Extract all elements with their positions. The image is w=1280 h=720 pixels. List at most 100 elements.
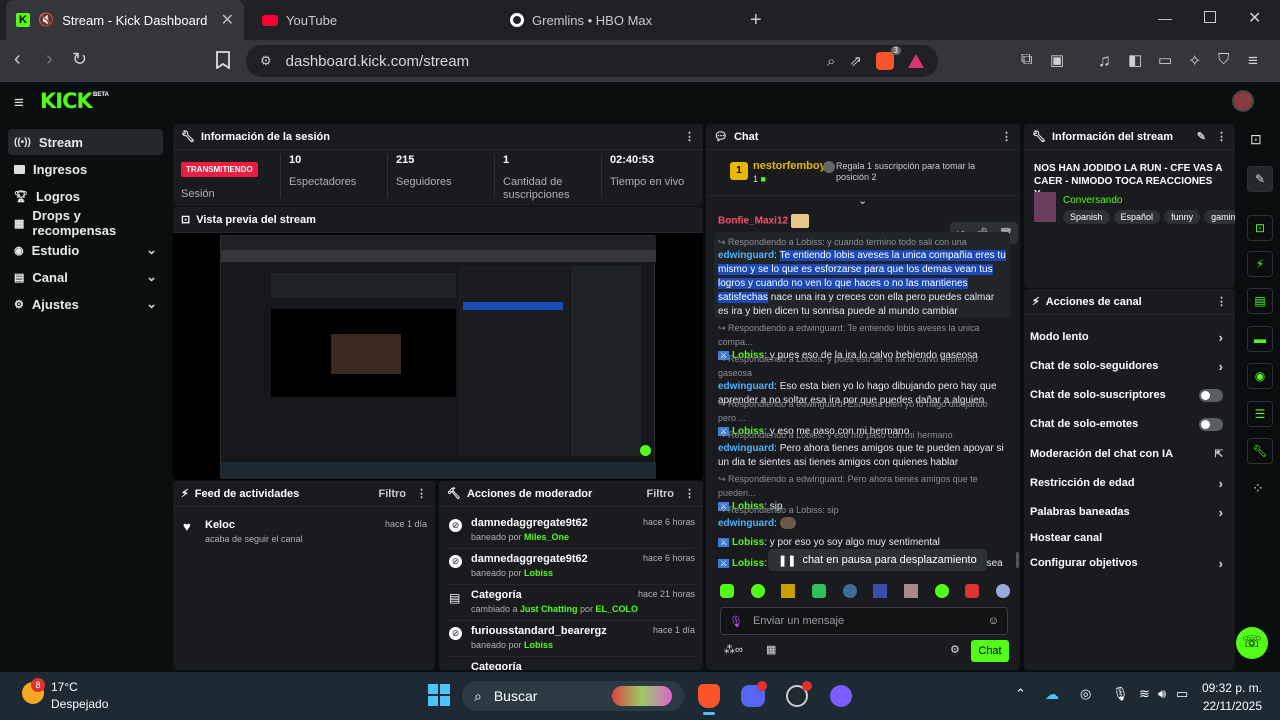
microphone-icon[interactable]: 🎙︎ [1112,686,1129,702]
sidebar-toggle-icon[interactable]: ◧ [1128,51,1148,71]
emoji-icon[interactable]: ☺ [988,615,999,627]
help-button[interactable]: ☏ [1236,627,1268,659]
sidebar-item-canal[interactable]: ▤ Canal ⌄ [8,264,163,290]
battery-icon[interactable]: ▭ [1176,686,1188,702]
windows-start-icon[interactable] [428,684,450,706]
emote-icon[interactable] [873,584,888,598]
tab-hbo-max[interactable]: Gremlins • HBO Max [500,0,740,40]
chat-username[interactable]: Lobiss [732,558,764,569]
age-restriction-action[interactable]: Restricción de edad › [1030,470,1223,496]
kick-logo[interactable]: KICK [40,89,93,113]
more-icon[interactable]: ⋮ [1001,130,1012,143]
address-bar[interactable]: ⚙ dashboard.kick.com/stream ⌕ ⇗ 3 [246,45,938,77]
chat-app-taskbar-icon[interactable] [830,685,852,707]
reader-icon[interactable]: ▣ [1050,51,1070,71]
lightning-icon[interactable]: ⚡︎ [1247,251,1273,277]
sidebar-item-logros[interactable]: 🏆︎ Logros [8,183,163,209]
emote-icon[interactable] [903,584,918,598]
sidebar-item-ajustes[interactable]: ⚙ Ajustes ⌄ [8,291,163,317]
gift-user[interactable]: nestorfemboy [753,160,826,172]
banned-words-action[interactable]: Palabras baneadas › [1030,499,1223,525]
subscribers-only-toggle[interactable] [1199,388,1223,402]
sidebar-item-estudio[interactable]: ◉ Estudio ⌄ [8,237,163,263]
emote-icon[interactable] [934,584,949,598]
hamburger-icon[interactable]: ≡ [14,93,24,113]
filter-button[interactable]: Filtro [379,488,407,500]
moderator-name[interactable]: EL_COLO [596,604,639,614]
zoom-icon[interactable]: ⌕ [827,53,835,70]
emote-icon[interactable] [811,584,826,598]
chat-settings-icon[interactable]: ⚙ [950,643,960,656]
share-icon[interactable]: ⇗ [849,52,862,70]
more-icon[interactable]: ⋮ [684,487,695,500]
edit-icon[interactable]: ✎ [1197,130,1206,143]
tag[interactable]: gamin [1204,210,1235,224]
back-icon[interactable]: ‹ [14,48,34,70]
slow-mode-action[interactable]: Modo lento › [1030,324,1223,350]
brave-taskbar-icon[interactable] [698,684,720,708]
sidebar-item-ingresos[interactable]: Ingresos [8,156,163,182]
onedrive-icon[interactable]: ☁ [1045,686,1059,703]
emote-icon[interactable] [720,584,734,598]
store-icon[interactable]: ▦ [766,643,776,656]
send-chat-button[interactable]: Chat [971,640,1009,662]
minimize-icon[interactable]: — [1158,10,1172,26]
chat-scrollbar[interactable] [1016,552,1019,568]
video-player[interactable] [173,233,703,480]
onedrive-status-icon[interactable]: ◎ [1080,686,1091,702]
close-window-icon[interactable]: ✕ [1248,8,1261,28]
bookmark-icon[interactable] [216,51,236,71]
tools-icon[interactable]: 🔧︎ [1247,438,1273,464]
forward-icon[interactable]: › [46,48,66,70]
tag[interactable]: Español [1113,210,1161,224]
chat-paused-notice[interactable]: ❚❚ chat en pausa para desplazamiento [768,549,987,571]
set-goals-action[interactable]: Configurar objetivos › [1030,550,1223,576]
category-name[interactable]: Just Chatting [520,604,578,614]
vpn-icon[interactable]: ⛉ [1218,51,1238,71]
more-icon[interactable]: ⋮ [1216,130,1227,143]
emote-icon[interactable] [965,584,980,598]
collapse-icon[interactable]: ⌄ [858,194,867,207]
screenshot-icon[interactable]: ⊡ [1250,131,1262,148]
more-icon[interactable]: ⋮ [416,487,427,500]
moderator-name[interactable]: Miles_One [524,532,569,542]
host-channel-action[interactable]: Hostear canal [1030,525,1223,551]
category-name[interactable]: Conversando [1063,195,1122,206]
menu-icon[interactable]: ≡ [1248,51,1268,71]
emote-icon[interactable] [842,584,857,598]
layers-icon[interactable]: ☰ [1247,401,1273,427]
mute-icon[interactable]: 🔇 [38,12,54,28]
volume-icon[interactable]: 🔊︎ [1158,686,1166,702]
chat-username[interactable]: Bonfie_Maxi12 [718,216,788,227]
tab-kick-dashboard[interactable]: K 🔇 Stream - Kick Dashboard ✕ [6,0,244,40]
activity-user[interactable]: Keloc [205,519,235,531]
tag[interactable]: funny [1164,210,1201,224]
emote-icon[interactable] [750,584,765,598]
sidebar-item-drops[interactable]: ▦ Drops y recompensas [8,208,163,238]
chat-username[interactable]: Lobiss [732,537,764,548]
brave-shields-icon[interactable]: 3 [876,46,901,70]
broadcast-icon[interactable]: ◉ [1247,363,1273,389]
close-tab-icon[interactable]: ✕ [221,10,234,30]
more-actions-icon[interactable]: ⁘ [1252,480,1264,497]
chat-username[interactable]: edwinguard [718,443,774,454]
reload-icon[interactable]: ↻ [72,49,92,69]
site-info-icon[interactable]: ⚙ [260,53,272,69]
more-icon[interactable]: ⋮ [684,130,695,143]
moderator-name[interactable]: Lobiss [524,568,553,578]
filter-button[interactable]: Filtro [647,488,675,500]
new-tab-icon[interactable]: + [750,9,762,32]
extensions-icon[interactable]: ⧉ [1021,51,1041,71]
followers-only-action[interactable]: Chat de solo-seguidores › [1030,353,1223,379]
notes-icon[interactable]: ▤ [1247,288,1273,314]
sidebar-item-stream[interactable]: ((•)) Stream [8,129,163,155]
chat-bubble-icon[interactable]: ▬ [1247,326,1273,352]
emote-icon[interactable] [995,584,1010,598]
emote-icon[interactable] [781,584,796,598]
more-icon[interactable]: ⋮ [1216,295,1227,308]
chat-username[interactable]: edwinguard [718,381,774,392]
points-icon[interactable]: ⁂∞ [724,643,743,656]
wallet-icon[interactable]: ▭ [1158,51,1178,71]
microphone-icon[interactable]: 🎙︎ [729,615,743,628]
moderator-name[interactable]: Lobiss [524,640,553,650]
